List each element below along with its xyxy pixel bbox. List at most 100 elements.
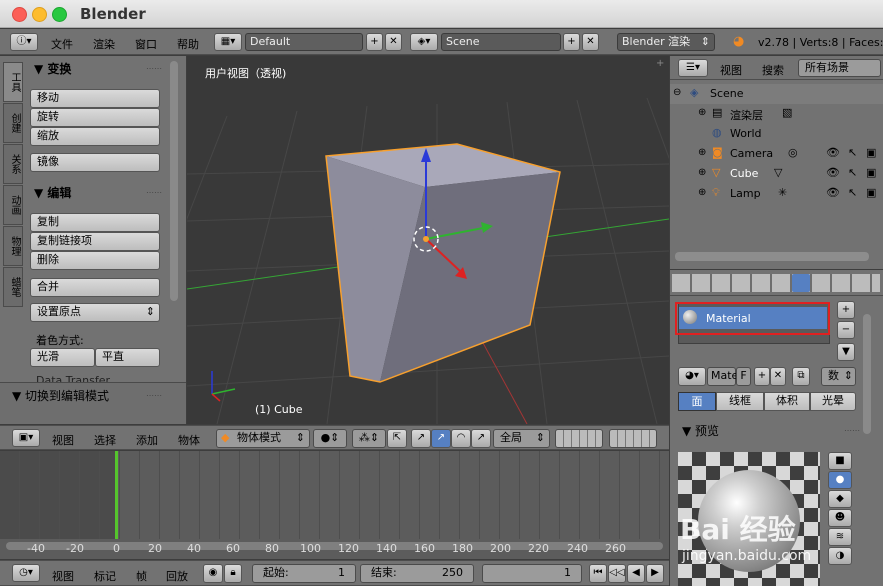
close-window-button[interactable]	[12, 7, 27, 22]
menu-playback[interactable]: 回放	[166, 568, 188, 584]
play-reverse-icon[interactable]: ◀	[627, 564, 645, 583]
render-engine-select[interactable]: Blender 渲染 ⇕	[617, 33, 715, 51]
maximize-window-button[interactable]	[52, 7, 67, 22]
rotate-manipulator-icon[interactable]: ◠	[451, 429, 471, 448]
scene-icon[interactable]: ◈▾	[410, 33, 438, 51]
current-frame-marker[interactable]	[115, 451, 118, 539]
preview-flat-icon[interactable]: ■	[828, 452, 852, 470]
transform-manipulator-icon[interactable]: ↗	[411, 429, 431, 448]
preview-sky-icon[interactable]: ◑	[828, 547, 852, 565]
drag-handle-icon[interactable]: ⋯⋯	[844, 426, 860, 435]
layer-buttons-a[interactable]	[555, 429, 603, 448]
edit-panel-header[interactable]: ▼ 编辑	[34, 184, 71, 201]
editor-type-3dview-icon[interactable]: ▣▾	[12, 429, 40, 447]
material-context-tab-icon[interactable]	[792, 274, 810, 292]
tab-animation[interactable]: 动画	[3, 185, 23, 225]
preview-panel-header[interactable]: ▼ 预览	[682, 422, 719, 439]
tab-physics[interactable]: 物理	[3, 226, 23, 266]
preview-cube-icon[interactable]: ◆	[828, 490, 852, 508]
end-frame-field[interactable]: 结束: 250	[360, 564, 474, 583]
mirror-button[interactable]: 镜像	[30, 153, 160, 172]
outliner-row-scene[interactable]: ⊖ ◈ Scene	[670, 84, 883, 104]
display-filter-select[interactable]: 所有场景	[798, 59, 881, 77]
menu-search[interactable]: 搜索	[762, 62, 784, 78]
menu-marker[interactable]: 标记	[94, 568, 116, 584]
selectable-cursor-icon[interactable]: ↖	[848, 146, 857, 159]
expand-icon[interactable]: ⊕	[698, 167, 706, 178]
tool-shelf-scrollbar[interactable]	[170, 61, 178, 301]
outliner-scrollbar[interactable]	[675, 252, 869, 261]
set-origin-select[interactable]: 设置原点 ⇕	[30, 303, 160, 322]
rotate-button[interactable]: 旋转	[30, 108, 160, 127]
scale-manipulator-icon[interactable]: ↗	[471, 429, 491, 448]
material-browse-icon[interactable]: ◕▾	[678, 367, 706, 386]
start-frame-field[interactable]: 起始: 1	[252, 564, 356, 583]
current-frame-field[interactable]: 1	[482, 564, 582, 583]
3d-viewport[interactable]: 用户视图（透视) (1) Cube +	[187, 56, 669, 424]
menu-window[interactable]: 窗口	[135, 36, 157, 52]
visibility-eye-icon[interactable]: 👁︎	[826, 146, 840, 159]
material-name-field[interactable]: Mate	[707, 367, 738, 386]
copy-material-icon[interactable]: ⧉	[792, 367, 810, 386]
jump-start-icon[interactable]: ⏮	[589, 564, 607, 583]
render-camera-icon[interactable]: ▣	[866, 146, 876, 159]
fake-user-button[interactable]: F	[736, 367, 751, 386]
tab-relations[interactable]: 关系	[3, 144, 23, 184]
viewport-shading-select[interactable]: ●⇕	[313, 429, 347, 448]
preview-hair-icon[interactable]: ≋	[828, 528, 852, 546]
visibility-eye-icon[interactable]: 👁︎	[826, 186, 840, 199]
remove-material-slot-icon[interactable]: −	[837, 321, 855, 339]
drag-handle-icon[interactable]: ⋯⋯	[146, 391, 162, 400]
duplicate-linked-button[interactable]: 复制链接项	[30, 232, 160, 251]
expand-icon[interactable]: ⊕	[698, 187, 706, 198]
menu-select[interactable]: 选择	[94, 432, 116, 448]
menu-file[interactable]: 文件	[51, 36, 73, 52]
outliner-row-cube[interactable]: ⊕ ▽ Cube ▽ 👁︎ ↖ ▣	[670, 164, 883, 184]
timeline-area[interactable]: -40 -20 0 20 40 60 80 100 120 140 160 18…	[0, 451, 669, 559]
transform-panel-header[interactable]: ▼ 变换	[34, 60, 71, 77]
new-material-icon[interactable]: +	[754, 367, 770, 386]
preview-monkey-icon[interactable]: ☻	[828, 509, 852, 527]
editor-type-info-icon[interactable]: ⓘ▾	[10, 33, 38, 51]
minimize-window-button[interactable]	[32, 7, 47, 22]
mode-select[interactable]: ◆ 物体模式 ⇕	[216, 429, 310, 448]
menu-outliner-view[interactable]: 视图	[720, 62, 742, 78]
viewport-expand-icon[interactable]: +	[656, 58, 664, 69]
editor-type-outliner-icon[interactable]: ☰▾	[678, 59, 708, 77]
pivot-point-select[interactable]: ⁂⇕	[352, 429, 386, 448]
drag-handle-icon[interactable]: ⋯⋯	[146, 64, 162, 73]
outliner-row-lamp[interactable]: ⊕ 💡︎ Lamp ✳ 👁︎ ↖ ▣	[670, 184, 883, 204]
scene-name-field[interactable]: Scene	[441, 33, 561, 51]
tab-volume[interactable]: 体积	[764, 392, 810, 411]
tab-create[interactable]: 创建	[3, 103, 23, 143]
menu-help[interactable]: 帮助	[177, 36, 199, 52]
menu-object[interactable]: 物体	[178, 432, 200, 448]
menu-frame[interactable]: 帧	[136, 568, 147, 584]
shade-flat-button[interactable]: 平直	[95, 348, 160, 367]
collapse-icon[interactable]: ⊖	[673, 87, 681, 98]
add-scene-icon[interactable]: +	[563, 33, 580, 51]
join-button[interactable]: 合并	[30, 278, 160, 297]
add-material-slot-icon[interactable]: +	[837, 301, 855, 319]
tab-surface[interactable]: 面	[678, 392, 716, 411]
keying-icon[interactable]: ◉	[203, 564, 223, 583]
prev-keyframe-icon[interactable]: ◁◁	[608, 564, 626, 583]
menu-render[interactable]: 渲染	[93, 36, 115, 52]
expand-icon[interactable]: ⊕	[698, 147, 706, 158]
remove-scene-icon[interactable]: ✕	[582, 33, 599, 51]
outliner-row-world[interactable]: ◍ World	[670, 124, 883, 144]
tab-halo[interactable]: 光晕	[810, 392, 856, 411]
duplicate-button[interactable]: 复制	[30, 213, 160, 232]
selectable-cursor-icon[interactable]: ↖	[848, 166, 857, 179]
lock-icon[interactable]: 🔒︎	[224, 564, 242, 583]
play-icon[interactable]: ▶	[646, 564, 664, 583]
unlink-material-icon[interactable]: ✕	[770, 367, 786, 386]
visibility-eye-icon[interactable]: 👁︎	[826, 166, 840, 179]
scale-button[interactable]: 缩放	[30, 127, 160, 146]
translate-manipulator-icon[interactable]: ↗	[431, 429, 451, 448]
selectable-cursor-icon[interactable]: ↖	[848, 186, 857, 199]
translate-button[interactable]: 移动	[30, 89, 160, 108]
layout-grid-icon[interactable]: ▦▾	[214, 33, 242, 51]
render-camera-icon[interactable]: ▣	[866, 186, 876, 199]
shade-smooth-button[interactable]: 光滑	[30, 348, 95, 367]
